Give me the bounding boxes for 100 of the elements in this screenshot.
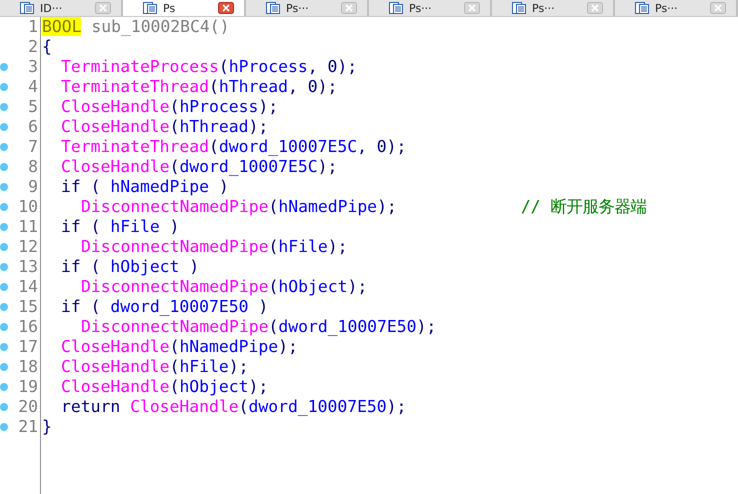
code-text: (: [268, 277, 278, 296]
code-text: );: [347, 277, 368, 296]
breakpoint-dot[interactable]: [0, 83, 8, 91]
document-icon: [20, 2, 34, 14]
line-number: 19: [17, 377, 39, 397]
function-signature: sub_10002BC4(): [90, 17, 230, 36]
line-number: 10: [17, 197, 39, 217]
breakpoint-dot[interactable]: [0, 63, 8, 71]
line-number: 2: [27, 37, 39, 57]
code-text: , 0);: [288, 77, 338, 96]
line-number: 20: [17, 397, 39, 417]
function-call: CloseHandle: [61, 377, 170, 396]
function-call: TerminateThread: [61, 137, 210, 156]
code-text: {: [42, 37, 52, 56]
breakpoint-dot[interactable]: [0, 323, 8, 331]
code-text: (: [209, 137, 219, 156]
editor-tab[interactable]: Ps: [123, 0, 246, 16]
line-number: 6: [27, 117, 39, 137]
code-text: );: [318, 157, 338, 176]
code-text: (: [268, 317, 278, 336]
line-number: 17: [17, 337, 39, 357]
breakpoint-dot[interactable]: [0, 343, 8, 351]
function-call: TerminateThread: [61, 77, 210, 96]
identifier: hObject: [110, 257, 180, 276]
editor-tab[interactable]: Ps···: [492, 0, 615, 16]
function-call: DisconnectNamedPipe: [81, 277, 268, 296]
breakpoint-dot[interactable]: [0, 123, 8, 131]
identifier: dword_10007E50: [110, 297, 248, 316]
identifier: hNamedPipe: [278, 197, 378, 216]
code-text: if (: [61, 297, 102, 316]
identifier: hProcess: [228, 57, 308, 76]
code-text: (: [268, 197, 278, 216]
editor-tab[interactable]: Ps···: [369, 0, 492, 16]
identifier: hFile: [110, 217, 160, 236]
breakpoint-dot[interactable]: [0, 263, 8, 271]
editor-tab[interactable]: Ps···: [615, 0, 738, 16]
editor-tab[interactable]: Ps···: [246, 0, 369, 16]
editor-tab[interactable]: ID···: [0, 0, 123, 16]
code-text: );: [248, 377, 268, 396]
document-icon: [635, 2, 649, 14]
identifier: dword_10007E50: [278, 317, 417, 336]
identifier: dword_10007E5C: [218, 137, 358, 156]
breakpoint-dot[interactable]: [0, 183, 8, 191]
breakpoint-dot[interactable]: [0, 303, 8, 311]
line-number: 4: [27, 77, 39, 97]
line-number: 21: [17, 417, 39, 437]
code-text: (: [209, 77, 219, 96]
code-text: (: [170, 97, 180, 116]
breakpoint-dot[interactable]: [0, 283, 8, 291]
function-call: TerminateProcess: [61, 57, 219, 76]
function-call: CloseHandle: [61, 157, 170, 176]
breakpoint-dot[interactable]: [0, 383, 8, 391]
code-text: );: [386, 397, 406, 416]
identifier: hThread: [179, 117, 249, 136]
breakpoint-dot[interactable]: [0, 403, 8, 411]
function-call: DisconnectNamedPipe: [81, 317, 268, 336]
function-call: DisconnectNamedPipe: [81, 197, 268, 216]
code-text: return: [61, 397, 122, 416]
identifier: hNamedPipe: [110, 177, 210, 196]
code-text: , 0);: [308, 57, 358, 76]
identifier: hObject: [278, 277, 348, 296]
document-icon: [389, 2, 403, 14]
breakpoint-dot[interactable]: [0, 103, 8, 111]
breakpoint-dot[interactable]: [0, 423, 8, 431]
code-text: ): [168, 217, 180, 236]
code-text: (: [238, 397, 249, 416]
code-text: (: [170, 377, 180, 396]
code-text: (: [170, 157, 180, 176]
identifier: hNamedPipe: [179, 337, 278, 356]
function-call: DisconnectNamedPipe: [81, 237, 268, 256]
identifier: hFile: [179, 357, 229, 376]
type-keyword: BOOL: [42, 17, 82, 36]
code-text: (: [268, 237, 278, 256]
close-icon[interactable]: [218, 2, 234, 14]
code-text: ): [188, 257, 200, 276]
code-text: (: [170, 117, 180, 136]
breakpoint-dot[interactable]: [0, 243, 8, 251]
code-text: ): [257, 297, 268, 316]
code-text: );: [377, 197, 397, 216]
breakpoint-dot[interactable]: [0, 143, 8, 151]
line-number: 18: [17, 357, 39, 377]
breakpoint-dot[interactable]: [0, 363, 8, 371]
line-number: 5: [27, 97, 39, 117]
breakpoint-dot[interactable]: [0, 163, 8, 171]
function-call: CloseHandle: [61, 357, 170, 376]
line-number: 15: [17, 297, 39, 317]
function-call: CloseHandle: [61, 117, 170, 136]
document-icon: [266, 2, 280, 14]
identifier: hObject: [179, 377, 249, 396]
line-number: 7: [27, 137, 39, 157]
breakpoint-dot[interactable]: [0, 203, 8, 211]
code-text: (: [170, 337, 180, 356]
breakpoint-dot[interactable]: [0, 223, 8, 231]
line-number: 1: [27, 17, 39, 37]
line-number: 14: [17, 277, 39, 297]
identifier: hProcess: [179, 97, 258, 116]
function-call: CloseHandle: [61, 337, 170, 356]
code-text: );: [416, 317, 436, 336]
code-text: }: [42, 417, 52, 436]
line-number: 3: [27, 57, 39, 77]
